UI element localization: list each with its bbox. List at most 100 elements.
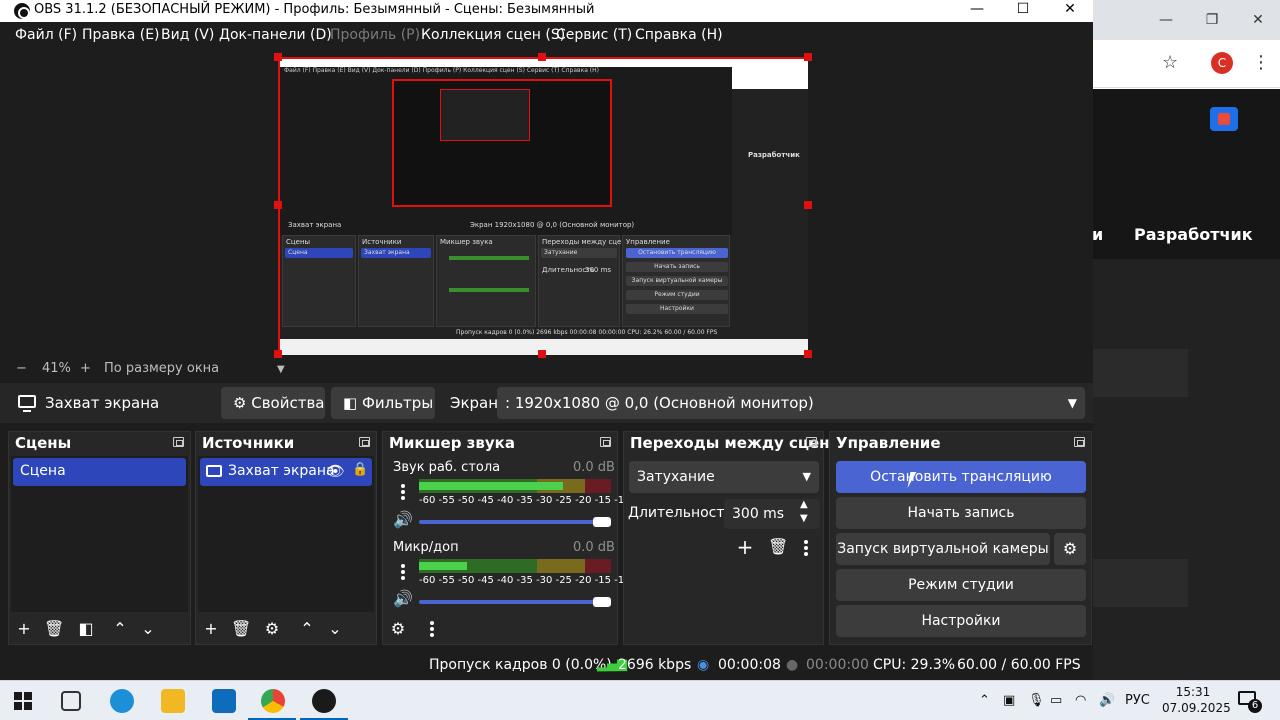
resize-handle[interactable] bbox=[274, 350, 282, 358]
menu-help[interactable]: Справка (H) bbox=[635, 27, 723, 43]
tray-app-icon[interactable]: ▣ bbox=[1003, 693, 1015, 708]
browser-close-button[interactable]: ✕ bbox=[1248, 10, 1268, 30]
undock-icon[interactable] bbox=[806, 437, 817, 447]
minimize-button[interactable]: — bbox=[954, 0, 1000, 22]
outlook-icon[interactable] bbox=[212, 689, 236, 713]
lock-icon[interactable]: 🔒 bbox=[352, 462, 368, 477]
transition-menu-icon[interactable] bbox=[804, 540, 808, 556]
move-up-icon[interactable]: ⌃ bbox=[298, 620, 316, 638]
volume-slider-knob[interactable] bbox=[593, 597, 611, 607]
resize-handle[interactable] bbox=[538, 350, 546, 358]
browser-restore-button[interactable]: ❐ bbox=[1202, 10, 1222, 30]
menu-scene-collection[interactable]: Коллекция сцен (S) bbox=[421, 27, 565, 43]
resize-handle[interactable] bbox=[274, 201, 282, 209]
taskbar-clock[interactable]: 15:31 07.09.2025 bbox=[1162, 684, 1231, 716]
zoom-out-button[interactable]: − bbox=[16, 361, 27, 376]
remove-source-icon[interactable]: 🗑 bbox=[231, 620, 251, 638]
volume-slider[interactable] bbox=[419, 520, 601, 524]
zoom-dropdown-arrow-icon[interactable]: ▼ bbox=[277, 364, 285, 375]
windows-start-icon[interactable] bbox=[14, 692, 32, 710]
track-db: 0.0 dB bbox=[573, 460, 615, 475]
microphone-icon[interactable]: 🎙 bbox=[1028, 693, 1045, 708]
studio-mode-button[interactable]: Режим студии bbox=[836, 569, 1086, 601]
menu-file[interactable]: Файл (F) bbox=[15, 27, 77, 43]
edge-icon[interactable] bbox=[110, 689, 134, 713]
undock-icon[interactable] bbox=[173, 437, 184, 447]
browser-menu-icon[interactable]: ⋮ bbox=[1252, 52, 1270, 73]
transitions-dock: Переходы между сцен... Затухание ▼ Длите… bbox=[623, 431, 847, 645]
virtual-camera-button[interactable]: Запуск виртуальной камеры bbox=[836, 533, 1050, 565]
menubar: Файл (F) Правка (E) Вид (V) Док-панели (… bbox=[0, 22, 1093, 48]
speaker-icon[interactable]: 🔊 bbox=[393, 510, 413, 529]
resize-handle[interactable] bbox=[804, 201, 812, 209]
resize-handle[interactable] bbox=[538, 53, 546, 61]
menu-docks[interactable]: Док-панели (D) bbox=[219, 27, 332, 43]
move-down-icon[interactable]: ⌄ bbox=[139, 620, 157, 638]
settings-button[interactable]: Настройки bbox=[836, 605, 1086, 637]
menu-edit[interactable]: Правка (E) bbox=[82, 27, 160, 43]
add-source-icon[interactable]: + bbox=[202, 620, 220, 638]
transition-select[interactable]: Затухание ▼ bbox=[629, 461, 819, 493]
remove-scene-icon[interactable]: 🗑 bbox=[44, 620, 64, 638]
volume-slider[interactable] bbox=[419, 600, 601, 604]
captured-settings-button: Настройки bbox=[626, 304, 728, 314]
volume-icon[interactable]: 🔊 bbox=[1099, 693, 1115, 708]
move-up-icon[interactable]: ⌃ bbox=[111, 620, 129, 638]
resize-handle[interactable] bbox=[804, 350, 812, 358]
zoom-in-button[interactable]: + bbox=[80, 361, 91, 376]
dropped-frames: Пропуск кадров 0 (0.0%) bbox=[429, 657, 612, 673]
volume-slider-knob[interactable] bbox=[593, 517, 611, 527]
task-view-icon[interactable] bbox=[61, 691, 81, 711]
properties-button[interactable]: ⚙ Свойства bbox=[221, 387, 325, 419]
screen-select[interactable]: : 1920x1080 @ 0,0 (Основной монитор) ▼ bbox=[497, 387, 1085, 419]
notification-center-icon[interactable]: 6 bbox=[1238, 689, 1262, 713]
menu-view[interactable]: Вид (V) bbox=[161, 27, 214, 43]
undock-icon[interactable] bbox=[600, 437, 611, 447]
menu-profile[interactable]: Профиль (P) bbox=[330, 27, 420, 43]
captured-scene-item: Сцена bbox=[285, 248, 353, 258]
menu-tools[interactable]: Сервис (T) bbox=[556, 27, 632, 43]
obs-taskbar-icon[interactable] bbox=[312, 689, 336, 713]
spinbox-arrows-icon[interactable]: ▲ ▼ bbox=[800, 498, 808, 526]
start-record-button[interactable]: Начать запись bbox=[836, 497, 1086, 529]
scene-item[interactable]: Сцена bbox=[13, 458, 186, 486]
resize-handle[interactable] bbox=[804, 53, 812, 61]
track-menu-icon[interactable] bbox=[401, 564, 405, 580]
stop-stream-button[interactable]: Остановить трансляцию bbox=[836, 461, 1086, 493]
track-meter-level bbox=[419, 562, 467, 570]
scene-filters-icon[interactable]: ◧ bbox=[77, 620, 95, 638]
browser-minimize-button[interactable]: — bbox=[1156, 10, 1176, 30]
mixer-menu-icon[interactable] bbox=[430, 621, 434, 637]
add-scene-icon[interactable]: + bbox=[15, 620, 33, 638]
filters-button[interactable]: ◧ Фильтры bbox=[331, 387, 435, 419]
resize-handle[interactable] bbox=[274, 53, 282, 61]
language-indicator[interactable]: РУС bbox=[1125, 693, 1150, 708]
advanced-audio-icon[interactable]: ⚙ bbox=[389, 620, 407, 638]
source-properties-icon[interactable]: ⚙ bbox=[263, 620, 281, 638]
speaker-icon[interactable]: 🔊 bbox=[393, 589, 413, 608]
add-transition-icon[interactable]: + bbox=[736, 537, 754, 557]
profile-avatar[interactable]: C bbox=[1211, 52, 1233, 74]
bookmark-star-icon[interactable]: ☆ bbox=[1162, 52, 1178, 73]
wifi-icon[interactable]: ◠ bbox=[1075, 693, 1086, 708]
preview-source-screen-capture[interactable]: Файл (F) Правка (E) Вид (V) Док-панели (… bbox=[278, 57, 808, 355]
maximize-button[interactable]: ☐ bbox=[1000, 0, 1046, 22]
eye-icon[interactable]: 👁 bbox=[326, 462, 345, 480]
file-explorer-icon[interactable] bbox=[161, 689, 185, 713]
site-nav-item-partial[interactable]: и bbox=[1092, 225, 1103, 244]
move-down-icon[interactable]: ⌄ bbox=[326, 620, 344, 638]
close-button[interactable]: ✕ bbox=[1047, 0, 1093, 22]
site-nav-item-developer[interactable]: Разработчик bbox=[1134, 225, 1253, 244]
undock-icon[interactable] bbox=[1074, 437, 1085, 447]
track-menu-icon[interactable] bbox=[401, 484, 405, 500]
source-item[interactable]: Захват экрана 👁 🔒 bbox=[200, 458, 372, 486]
record-time: 00:00:00 bbox=[806, 657, 869, 673]
virtual-camera-settings-button[interactable]: ⚙ bbox=[1054, 533, 1086, 565]
remove-transition-icon[interactable]: 🗑 bbox=[768, 538, 788, 556]
undock-icon[interactable] bbox=[359, 437, 370, 447]
chrome-icon[interactable] bbox=[261, 689, 285, 713]
battery-icon[interactable]: ▭ bbox=[1050, 693, 1062, 708]
captured-vcam-button: Запуск виртуальной камеры bbox=[626, 276, 728, 286]
tray-overflow-icon[interactable]: ⌃ bbox=[979, 693, 990, 708]
zoom-bar: − 41% + По размеру окна ▼ bbox=[0, 358, 1093, 380]
